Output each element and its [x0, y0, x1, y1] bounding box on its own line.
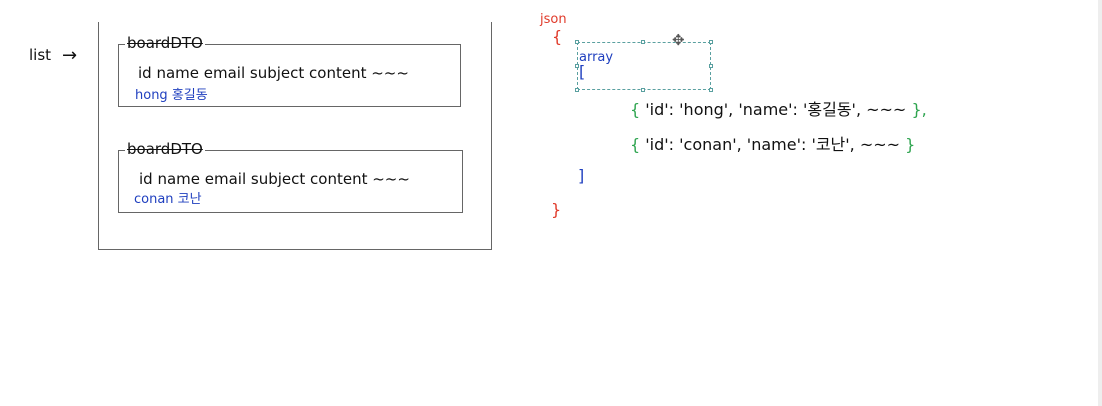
board-dto-values-2: conan 코난	[134, 192, 202, 207]
array-open-bracket: [	[579, 62, 586, 81]
json-item-1-close: },	[911, 100, 927, 119]
resize-handle-tl[interactable]	[575, 40, 579, 44]
resize-handle-tr[interactable]	[709, 40, 713, 44]
resize-handle-tm[interactable]	[641, 40, 645, 44]
board-dto-fields-1: id name email subject content ~~~	[138, 64, 409, 82]
resize-handle-br[interactable]	[709, 88, 713, 92]
board-dto-fields-2: id name email subject content ~~~	[139, 170, 410, 188]
scrollbar-strip	[1098, 0, 1102, 406]
list-label: list	[29, 46, 52, 64]
resize-handle-bl[interactable]	[575, 88, 579, 92]
json-item-2: { 'id': 'conan', 'name': '코난', ~~~ }	[630, 131, 915, 155]
json-item-2-close: }	[905, 135, 916, 154]
board-dto-title-2: boardDTO	[125, 140, 205, 158]
move-icon[interactable]: ✥	[672, 31, 685, 49]
json-item-1-open: {	[630, 100, 641, 119]
json-open-brace: {	[552, 27, 563, 46]
board-dto-values-1: hong 홍길동	[135, 88, 208, 103]
board-dto-title-1: boardDTO	[125, 34, 205, 52]
json-close-brace: }	[551, 200, 562, 219]
list-arrow: →	[62, 45, 78, 66]
json-item-1: { 'id': 'hong', 'name': '홍길동', ~~~ },	[630, 96, 927, 120]
json-item-2-text: 'id': 'conan', 'name': '코난', ~~~	[640, 135, 906, 154]
json-label: json	[540, 12, 567, 27]
resize-handle-mr[interactable]	[709, 64, 713, 68]
json-item-2-open: {	[630, 135, 641, 154]
resize-handle-bm[interactable]	[641, 88, 645, 92]
json-item-1-text: 'id': 'hong', 'name': '홍길동', ~~~	[640, 100, 912, 119]
array-close-bracket: ]	[578, 166, 585, 185]
